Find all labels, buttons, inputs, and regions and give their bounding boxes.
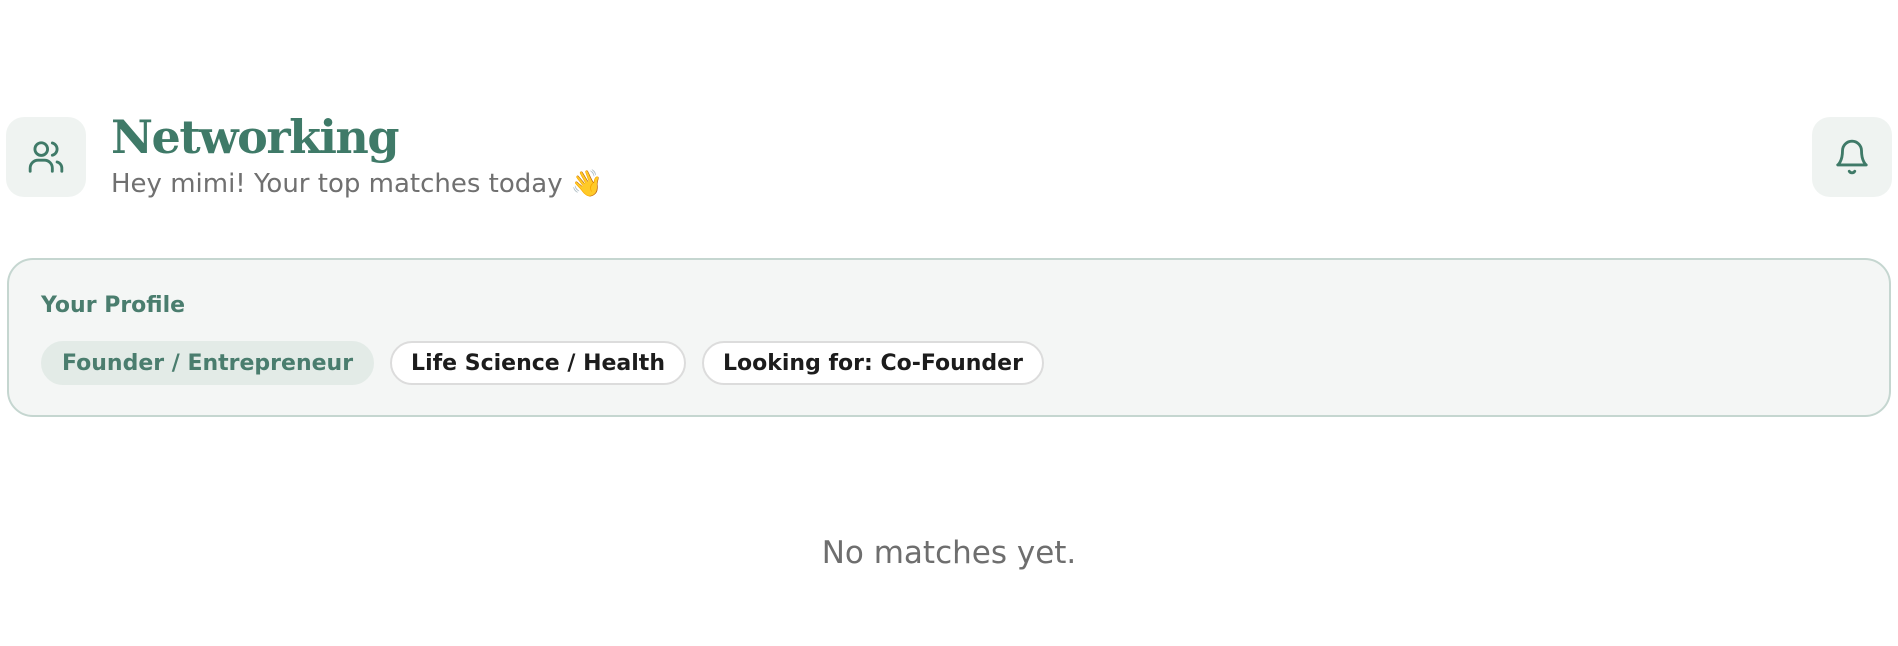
bell-icon — [1836, 139, 1868, 175]
profile-label: Your Profile — [41, 293, 186, 318]
networking-page: Networking Hey mimi! Your top matches to… — [0, 0, 1898, 646]
page-subtitle: Hey mimi! Your top matches today 👋 — [111, 169, 604, 199]
page-title: Networking — [111, 110, 400, 164]
profile-tag-looking-for: Looking for: Co-Founder — [701, 341, 1044, 385]
notifications-button[interactable] — [1812, 117, 1892, 197]
profile-card: Your Profile Founder / Entrepreneur Life… — [7, 258, 1891, 417]
networking-icon-tile — [6, 117, 86, 197]
empty-matches-message: No matches yet. — [821, 535, 1077, 571]
profile-tag-role: Founder / Entrepreneur — [41, 341, 375, 385]
title-block: Networking Hey mimi! Your top matches to… — [111, 109, 603, 201]
users-icon — [28, 141, 64, 173]
profile-tag-industry: Life Science / Health — [390, 341, 686, 385]
profile-tags: Founder / Entrepreneur Life Science / He… — [41, 341, 1044, 385]
page-header: Networking Hey mimi! Your top matches to… — [6, 110, 1892, 199]
